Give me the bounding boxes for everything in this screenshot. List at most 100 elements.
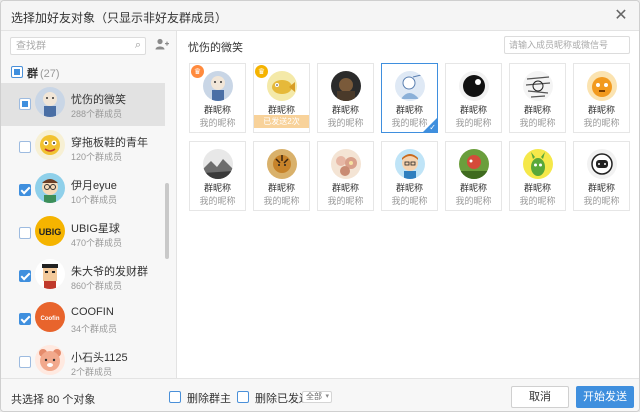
group-checkbox[interactable] [19,313,31,325]
member-card[interactable]: 群昵称 我的昵称 [445,63,502,133]
group-name: UBIG星球 [71,223,120,235]
member-card[interactable]: 群昵称我的昵称♛已发送2次 [253,63,310,133]
member-card[interactable]: 群昵称 我的昵称 [509,63,566,133]
group-avatar: Coofin [35,302,65,332]
member-group-nickname: 群昵称 [587,105,615,115]
member-group-nickname: 群昵称 [587,183,615,193]
member-nickname: 我的昵称 [455,118,492,128]
member-avatar [459,71,489,101]
group-checkbox[interactable] [19,270,31,282]
member-nickname: 我的昵称 [327,118,364,128]
member-avatar [523,71,553,101]
dialog-title: 选择加好友对象（只显示非好友群成员） [11,11,228,25]
group-member-count: 120个群成员 [71,152,123,162]
member-group-nickname: 群昵称 [267,183,295,193]
member-avatar [459,149,489,179]
add-user-icon[interactable] [153,37,171,55]
group-avatar [35,259,65,289]
footer-bar: 共选择 80 个对象 删除群主 删除已发送 全部 ▾ 取消 开始发送 [1,378,639,411]
member-nickname: 我的昵称 [583,196,620,206]
scrollbar[interactable] [165,183,169,259]
group-list-item[interactable]: 伊月eyue 10个群成员 [1,169,165,212]
member-nickname: 我的昵称 [455,196,492,206]
member-card[interactable]: 群昵称 我的昵称 [253,141,310,211]
group-list-item[interactable]: UBIG UBIG星球 470个群成员 [1,212,165,255]
member-avatar [203,149,233,179]
group-checkbox[interactable] [19,184,31,196]
group-avatar [35,130,65,160]
group-count: (27) [40,68,60,80]
member-card[interactable]: 群昵称 我的昵称 [573,141,630,211]
member-group-nickname: 群昵称 [459,183,487,193]
group-checkbox[interactable] [19,227,31,239]
member-card[interactable]: 群昵称 我的昵称 [381,141,438,211]
group-name: 朱大爷的发财群 [71,266,148,278]
member-group-nickname: 群昵称 [395,105,423,115]
member-avatar [331,71,361,101]
group-list-item[interactable]: 朱大爷的发财群 860个群成员 [1,255,165,298]
group-avatar [35,173,65,203]
svg-text:Coofin: Coofin [41,316,60,322]
remove-owner-label: 删除群主 [187,393,231,405]
title-bar: 选择加好友对象（只显示非好友群成员） ✕ [1,1,639,31]
member-group-nickname: 群昵称 [523,105,551,115]
group-member-count: 2个群成员 [71,367,113,377]
member-card[interactable]: 群昵称 我的昵称 [317,141,374,211]
group-member-count: 34个群成员 [71,324,118,334]
group-checkbox[interactable] [19,356,31,368]
group-list-item[interactable]: 小石头1125 2个群成员 [1,341,165,378]
group-search-box: ⌕ [10,37,146,55]
search-icon[interactable]: ⌕ [135,39,141,52]
sent-filter-dropdown[interactable]: 全部 ▾ [302,391,332,403]
member-card[interactable]: 群昵称 我的昵称 [317,63,374,133]
member-card[interactable]: 群昵称 我的昵称 [509,141,566,211]
member-avatar [267,71,297,101]
group-list-item[interactable]: 忧伤的微笑 288个群成员 [1,83,165,126]
member-card[interactable]: 群昵称 我的昵称 [189,141,246,211]
close-icon[interactable]: ✕ [613,8,629,24]
check-icon: ✓ [429,123,436,132]
group-header-label: 群 (27) [27,68,60,80]
group-list-item[interactable]: 穿拖板鞋的青年 120个群成员 [1,126,165,169]
group-member-count: 10个群成员 [71,195,118,205]
member-nickname: 我的昵称 [583,118,620,128]
member-avatar [203,71,233,101]
group-checkbox[interactable] [19,141,31,153]
member-card[interactable]: 群昵称 我的昵称 ✓ [381,63,438,133]
member-avatar [523,149,553,179]
current-group-title: 忧伤的微笑 [188,42,243,54]
group-list-item[interactable]: Coofin COOFIN 34个群成员 [1,298,165,341]
group-name: 忧伤的微笑 [71,94,126,106]
select-all-groups-checkbox[interactable] [11,66,23,78]
start-send-button[interactable]: 开始发送 [576,386,634,408]
member-card[interactable]: 群昵称 我的昵称 [573,63,630,133]
cancel-button[interactable]: 取消 [511,386,569,408]
sent-count-badge: 已发送2次 [254,115,309,128]
member-group-nickname: 群昵称 [523,183,551,193]
member-group-nickname: 群昵称 [203,183,231,193]
svg-text:UBIG: UBIG [39,227,62,237]
remove-owner-checkbox[interactable] [169,391,181,403]
group-member-count: 288个群成员 [71,109,123,119]
member-avatar [395,149,425,179]
member-avatar [331,149,361,179]
remove-sent-checkbox[interactable] [237,391,249,403]
member-search-input[interactable] [505,37,627,53]
member-card[interactable]: 群昵称 我的昵称 [445,141,502,211]
member-card[interactable]: 群昵称 我的昵称 ♛ [189,63,246,133]
group-member-count: 860个群成员 [71,281,123,291]
member-group-nickname: 群昵称 [331,183,359,193]
group-member-count: 470个群成员 [71,238,123,248]
member-nickname: 我的昵称 [391,196,428,206]
member-avatar [587,149,617,179]
member-avatar [587,71,617,101]
add-friend-dialog: 选择加好友对象（只显示非好友群成员） ✕ ⌕ 群(27) 忧伤的微笑 288个群成… [0,0,640,412]
group-checkbox[interactable] [19,98,31,110]
member-nickname: 我的昵称 [519,118,556,128]
group-header[interactable]: 群 (27) [1,61,176,83]
member-group-nickname: 群昵称 [331,105,359,115]
group-search-input[interactable] [11,38,121,55]
member-group-nickname: 群昵称 [459,105,487,115]
sent-filter-value: 全部 [306,392,322,401]
member-nickname: 我的昵称 [199,118,236,128]
